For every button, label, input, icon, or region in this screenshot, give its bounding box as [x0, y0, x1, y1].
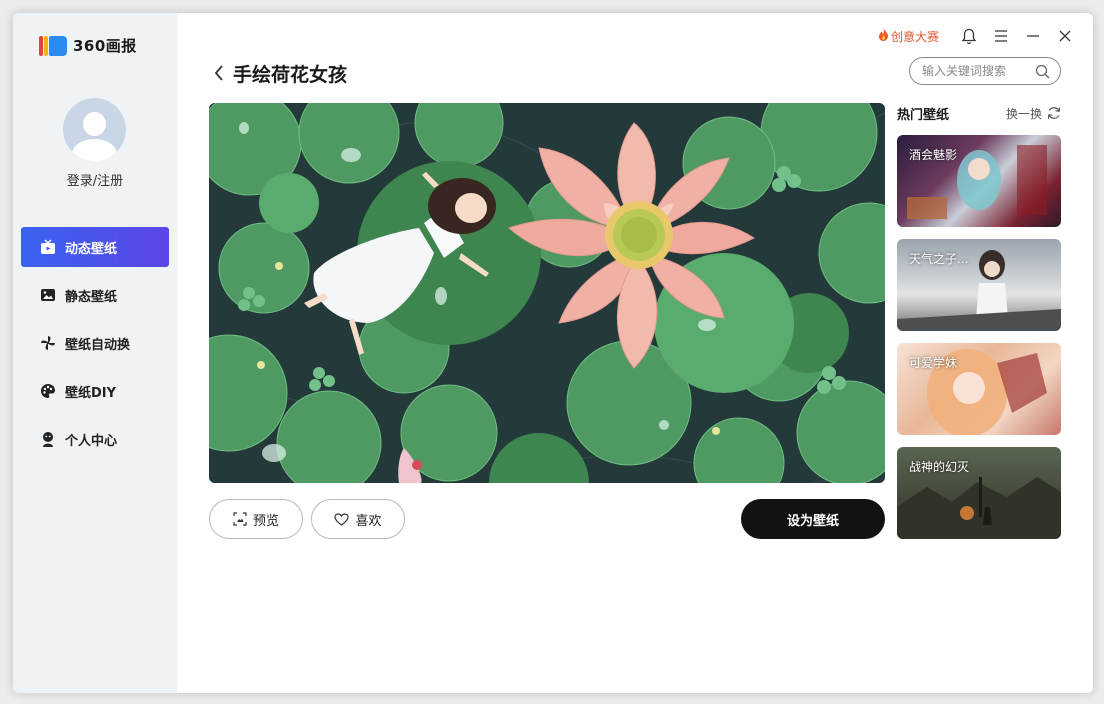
sidebar-item-diy[interactable]: 壁纸DIY: [21, 371, 169, 411]
bell-icon[interactable]: [953, 20, 985, 52]
wallpaper-actions: 预览 喜欢 设为壁纸: [209, 499, 885, 539]
palette-icon: [39, 382, 57, 400]
sidebar-item-label: 壁纸DIY: [65, 385, 117, 401]
app-logo: 360画报: [39, 35, 137, 56]
page-title: 手绘荷花女孩: [233, 63, 348, 86]
page-header: 手绘荷花女孩: [209, 59, 347, 87]
sidebar-item-label: 壁纸自动换: [65, 337, 131, 353]
user-icon: [39, 430, 57, 448]
hot-wallpapers-header: 热门壁纸 换一换: [897, 103, 1061, 123]
sidebar-item-label: 静态壁纸: [65, 289, 118, 305]
wallpaper-artwork: [209, 103, 885, 483]
refresh-button[interactable]: 换一换: [1006, 105, 1061, 122]
wallpaper-preview[interactable]: [209, 103, 885, 483]
search-input[interactable]: [922, 64, 1032, 78]
refresh-icon: [1047, 106, 1061, 120]
sidebar: 360画报 登录/注册 动态壁纸 静态壁纸 壁纸自动换 壁纸DIY 个人中心: [13, 13, 177, 693]
flame-icon: [878, 28, 889, 44]
hot-wallpaper-item[interactable]: 可爱学妹: [897, 343, 1061, 435]
hot-wallpaper-caption: 战神的幻灭: [909, 460, 970, 474]
sidebar-nav: 动态壁纸 静态壁纸 壁纸自动换 壁纸DIY 个人中心: [21, 227, 169, 467]
menu-icon[interactable]: [985, 20, 1017, 52]
preview-label: 预览: [252, 513, 279, 529]
close-icon[interactable]: [1049, 20, 1081, 52]
logo-text: 360画报: [73, 37, 137, 55]
title-bar: 创意大赛: [878, 13, 1093, 59]
set-wallpaper-button[interactable]: 设为壁纸: [741, 499, 885, 539]
creative-contest-label: 创意大赛: [890, 29, 939, 44]
like-label: 喜欢: [355, 513, 382, 529]
login-register-link[interactable]: 登录/注册: [13, 170, 177, 189]
sidebar-item-dynamic-wallpaper[interactable]: 动态壁纸: [21, 227, 169, 267]
sidebar-item-auto-change[interactable]: 壁纸自动换: [21, 323, 169, 363]
hot-wallpaper-item[interactable]: 天气之子...: [897, 239, 1061, 331]
hot-wallpaper-item[interactable]: 战神的幻灭: [897, 447, 1061, 539]
minimize-icon[interactable]: [1017, 20, 1049, 52]
image-icon: [39, 286, 57, 304]
logo-mark-icon: [39, 35, 67, 56]
like-button[interactable]: 喜欢: [311, 499, 405, 539]
sidebar-item-label: 动态壁纸: [65, 241, 118, 257]
refresh-label: 换一换: [1005, 106, 1042, 121]
search-icon[interactable]: [1035, 64, 1050, 83]
preview-button[interactable]: 预览: [209, 499, 303, 539]
sidebar-item-static-wallpaper[interactable]: 静态壁纸: [21, 275, 169, 315]
creative-contest-link[interactable]: 创意大赛: [878, 28, 939, 45]
app-window: 360画报 登录/注册 动态壁纸 静态壁纸 壁纸自动换 壁纸DIY 个人中心 创…: [13, 13, 1093, 693]
hot-wallpaper-caption: 可爱学妹: [909, 356, 958, 370]
hot-wallpaper-item[interactable]: 酒会魅影: [897, 135, 1061, 227]
avatar[interactable]: [63, 98, 126, 161]
search-box[interactable]: [909, 57, 1061, 85]
hot-wallpapers-title: 热门壁纸: [897, 107, 950, 123]
back-chevron-icon[interactable]: [209, 63, 229, 83]
pinwheel-icon: [39, 334, 57, 352]
heart-icon: [334, 512, 350, 526]
tv-icon: [39, 238, 57, 256]
hot-wallpaper-caption: 天气之子...: [909, 252, 969, 266]
sidebar-item-label: 个人中心: [65, 433, 118, 449]
preview-icon: [233, 512, 247, 526]
sidebar-item-profile[interactable]: 个人中心: [21, 419, 169, 459]
hot-wallpaper-caption: 酒会魅影: [909, 148, 958, 162]
